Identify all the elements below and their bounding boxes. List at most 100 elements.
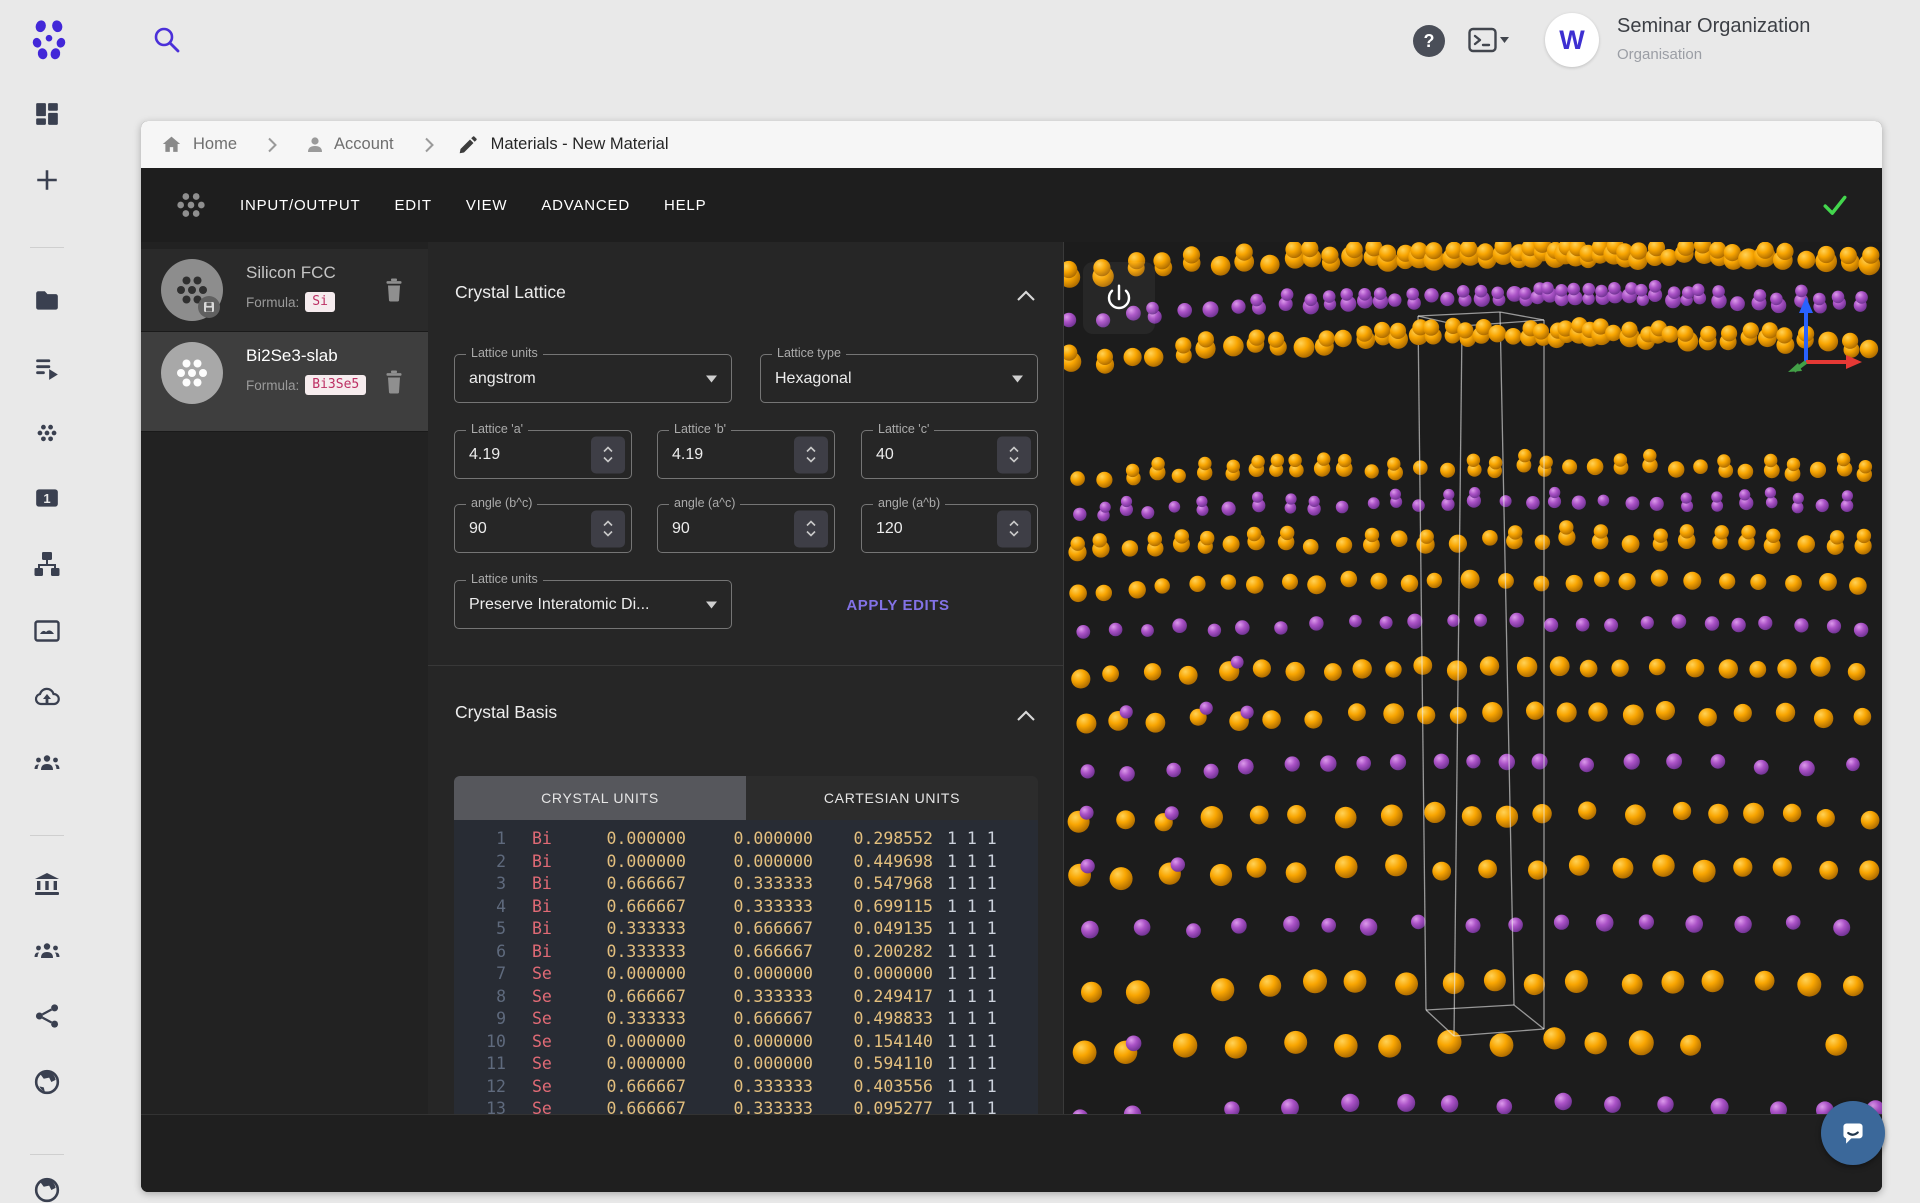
basis-coordinates-editor[interactable]: 1Bi0.0000000.0000000.2985521 1 12Bi0.000… [454,820,1038,1114]
chevron-right-icon [267,137,277,153]
crystal-basis-title: Crystal Basis [455,702,557,723]
help-icon[interactable]: ? [1413,25,1445,57]
groups-icon[interactable] [34,938,60,964]
lattice-b-value: 4.19 [672,446,703,464]
sidebar-divider [30,835,64,836]
chevron-right-icon [424,137,434,153]
user-avatar[interactable]: W [1545,13,1599,67]
lattice-b-input[interactable]: Lattice 'b' 4.19 [657,430,835,479]
svg-text:1: 1 [43,491,50,506]
basis-row: 13Se0.6666670.3333330.0952771 1 1 [454,1098,1038,1114]
stepper-buttons[interactable] [591,436,625,473]
delete-trash-icon[interactable] [384,370,404,393]
tab-crystal-units[interactable]: CRYSTAL UNITS [454,776,746,820]
structure-3d-viewer[interactable] [1064,242,1882,1114]
menu-item-input-output[interactable]: INPUT/OUTPUT [240,197,360,214]
material-list-item[interactable]: Bi2Se3-slab Formula: Bi3Se5 [141,332,428,432]
material-info: Silicon FCC Formula: Si [246,259,336,321]
home-icon[interactable] [162,136,181,153]
sidebar-divider [30,247,64,248]
crystal-form-panel: Crystal Lattice Lattice units angstrom L… [428,242,1064,1114]
org-subtitle: Organisation [1617,46,1702,63]
menu-item-edit[interactable]: EDIT [394,197,431,214]
dashboard-icon[interactable] [34,101,60,127]
org-name: Seminar Organization [1617,15,1810,38]
lattice-units-select[interactable]: Lattice units angstrom [454,354,732,403]
menu-item-view[interactable]: VIEW [466,197,508,214]
chat-support-button[interactable] [1821,1101,1885,1165]
bank-materials-icon[interactable] [34,618,60,644]
material-name: Silicon FCC [246,263,336,283]
institution-icon[interactable] [34,871,60,897]
formula-chip: Si [305,292,335,312]
lattice-units-mode-select[interactable]: Lattice units Preserve Interatomic Di... [454,580,732,629]
angle-ab-input[interactable]: angle (a^b) 120 [861,504,1038,553]
chat-bubble-icon [1836,1116,1870,1150]
molecule-menu-icon[interactable] [171,185,211,225]
add-icon[interactable] [34,167,60,193]
sidebar-divider [30,1154,64,1155]
tab-cartesian-units[interactable]: CARTESIAN UNITS [746,776,1038,820]
material-list-item[interactable]: Silicon FCC Formula: Si [141,249,428,332]
app-logo-icon[interactable] [27,17,71,63]
lattice-a-label: Lattice 'a' [466,422,528,436]
crystal-lattice-title: Crystal Lattice [455,282,566,303]
workflows-tree-icon[interactable] [34,551,60,577]
collapse-chevron-up-icon[interactable] [1014,705,1038,729]
stepper-buttons[interactable] [591,510,625,547]
lattice-a-value: 4.19 [469,446,500,464]
breadcrumb-home[interactable]: Home [193,135,237,154]
basis-row: 6Bi0.3333330.6666670.2002821 1 1 [454,941,1038,964]
menu-items: INPUT/OUTPUT EDIT VIEW ADVANCED HELP [240,197,706,214]
lattice-a-input[interactable]: Lattice 'a' 4.19 [454,430,632,479]
stepper-buttons[interactable] [794,436,828,473]
share-icon[interactable] [34,1003,60,1029]
lattice-c-input[interactable]: Lattice 'c' 40 [861,430,1038,479]
materials-list-panel: Silicon FCC Formula: Si Bi2Se3-slab Form… [141,242,428,1114]
menu-item-help[interactable]: HELP [664,197,706,214]
axes-gizmo[interactable] [1754,277,1874,377]
breadcrumb-account[interactable]: Account [334,135,394,154]
angle-ac-value: 90 [672,520,690,538]
search-icon[interactable] [152,25,182,55]
globe-partial-icon[interactable] [34,1177,60,1203]
jobs-one-icon[interactable]: 1 [34,485,60,511]
dropdown-arrow-icon [706,601,717,608]
playlist-run-icon[interactable] [34,355,60,381]
edit-pencil-icon [459,136,477,154]
collapse-chevron-up-icon[interactable] [1014,285,1038,309]
basis-row: 3Bi0.6666670.3333330.5479681 1 1 [454,873,1038,896]
angle-bc-value: 90 [469,520,487,538]
menu-item-advanced[interactable]: ADVANCED [541,197,630,214]
basis-row: 1Bi0.0000000.0000000.2985521 1 1 [454,828,1038,851]
folder-icon[interactable] [34,288,60,314]
globe-icon[interactable] [34,1069,60,1095]
dropdown-arrow-icon [1012,375,1023,382]
viewer-power-button[interactable] [1083,262,1155,334]
basis-row: 5Bi0.3333330.6666670.0491351 1 1 [454,918,1038,941]
angle-ac-input[interactable]: angle (a^c) 90 [657,504,835,553]
console-dropdown-icon[interactable] [1468,27,1510,55]
angle-bc-label: angle (b^c) [466,496,537,510]
angle-bc-input[interactable]: angle (b^c) 90 [454,504,632,553]
basis-row: 4Bi0.6666670.3333330.6991151 1 1 [454,896,1038,919]
lattice-units-label: Lattice units [466,346,543,360]
delete-trash-icon[interactable] [384,279,404,302]
materials-molecule-icon[interactable] [34,420,60,446]
lattice-type-select[interactable]: Lattice type Hexagonal [760,354,1038,403]
lattice-type-value: Hexagonal [775,370,852,388]
accept-check-icon[interactable] [1822,192,1848,218]
formula-chip: Bi3Se5 [305,375,366,395]
angle-ac-label: angle (a^c) [669,496,740,510]
cloud-upload-icon[interactable] [34,684,60,710]
stepper-buttons[interactable] [997,510,1031,547]
stepper-buttons[interactable] [794,510,828,547]
team-icon[interactable] [34,750,60,776]
apply-edits-button[interactable]: APPLY EDITS [813,592,983,620]
angle-ab-value: 120 [876,520,903,538]
stepper-buttons[interactable] [997,436,1031,473]
material-avatar [161,259,223,321]
material-info: Bi2Se3-slab Formula: Bi3Se5 [246,342,366,421]
lattice-type-label: Lattice type [772,346,846,360]
basis-units-tabs: CRYSTAL UNITSCARTESIAN UNITS [454,776,1038,820]
